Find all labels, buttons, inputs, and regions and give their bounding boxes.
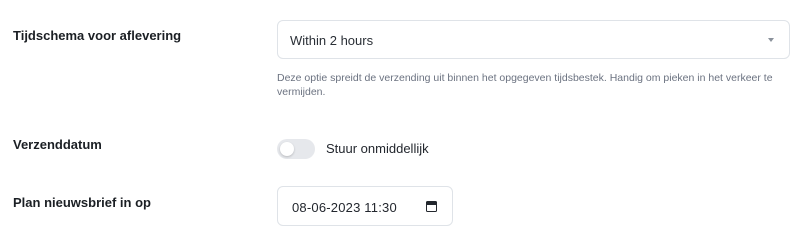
schedule-label: Plan nieuwsbrief in op <box>13 195 151 210</box>
send-immediately-toggle[interactable] <box>277 139 315 159</box>
send-immediately-label[interactable]: Stuur onmiddellijk <box>326 141 429 156</box>
schedule-datetime-value: 08-06-2023 11:30 <box>292 200 397 215</box>
calendar-icon[interactable] <box>426 201 437 212</box>
delivery-schedule-label: Tijdschema voor aflevering <box>13 28 182 43</box>
delivery-schedule-help: Deze optie spreidt de verzending uit bin… <box>277 72 773 98</box>
delivery-schedule-select[interactable]: Within 2 hours <box>277 20 790 59</box>
schedule-datetime-input[interactable]: 08-06-2023 11:30 <box>277 186 453 226</box>
toggle-knob <box>280 142 294 156</box>
chevron-down-icon <box>768 38 774 42</box>
delivery-schedule-value: Within 2 hours <box>290 33 374 48</box>
send-date-label: Verzenddatum <box>13 137 102 152</box>
